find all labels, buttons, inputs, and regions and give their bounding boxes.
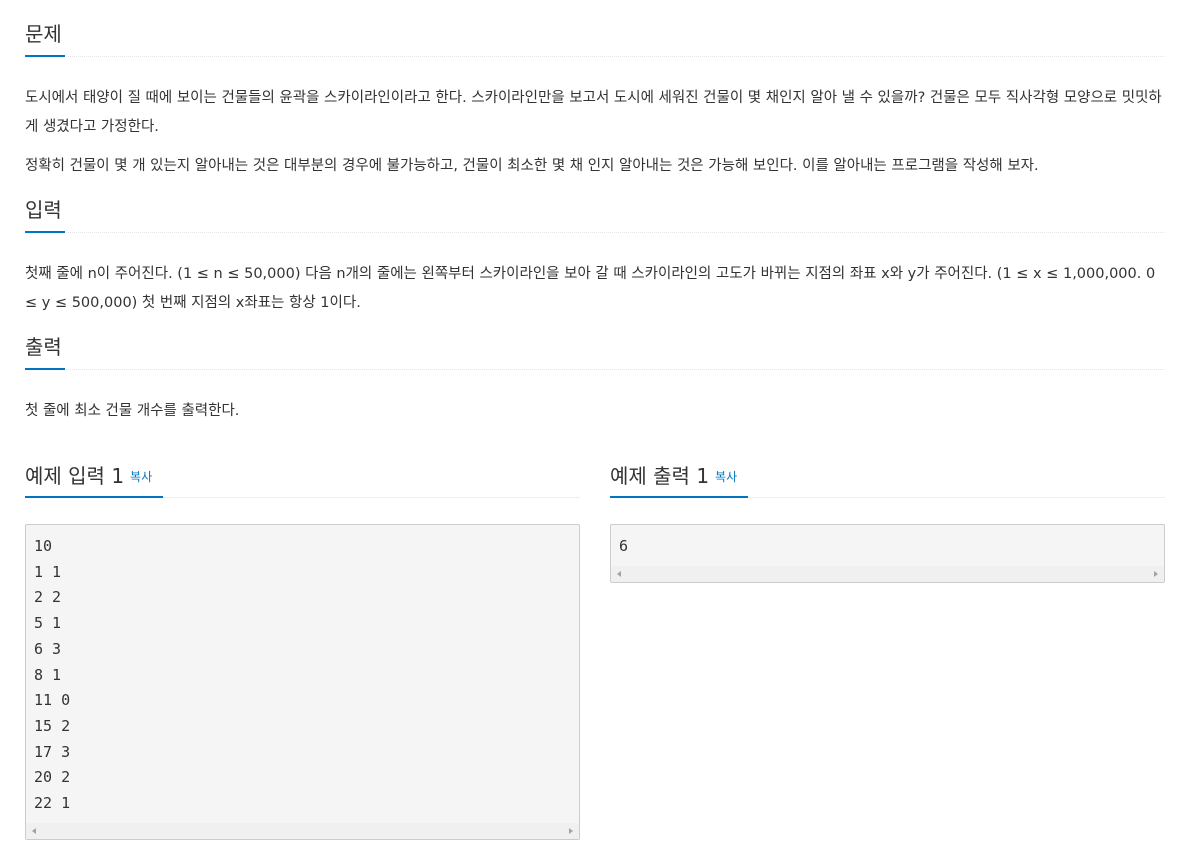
sample-input-heading: 예제 입력 1 복사 bbox=[25, 448, 580, 498]
heading-underline bbox=[25, 496, 163, 498]
sample-output-panel: 예제 출력 1 복사 6 bbox=[610, 448, 1165, 583]
scroll-left-arrow-icon[interactable] bbox=[617, 570, 621, 577]
heading-underline bbox=[25, 368, 65, 370]
sample-input-title: 예제 입력 1 복사 bbox=[25, 462, 152, 491]
input-heading: 입력 bbox=[25, 176, 1165, 233]
sample-input-content: 10 1 1 2 2 5 1 6 3 8 1 11 0 15 2 17 3 20… bbox=[34, 537, 71, 813]
sample-input-panel: 예제 입력 1 복사 10 1 1 2 2 5 1 6 3 8 1 11 0 15… bbox=[25, 448, 580, 840]
problem-section: 문제 도시에서 태양이 질 때에 보이는 건물들의 윤곽을 스카이라인이라고 한… bbox=[25, 0, 1165, 181]
sample-output-title: 예제 출력 1 복사 bbox=[610, 462, 737, 491]
sample-output-heading: 예제 출력 1 복사 bbox=[610, 448, 1165, 498]
input-description: 첫째 줄에 n이 주어진다. (1 ≤ n ≤ 50,000) 다음 n개의 줄… bbox=[25, 266, 1156, 311]
problem-paragraph-1: 도시에서 태양이 질 때에 보이는 건물들의 윤곽을 스카이라인이라고 한다. … bbox=[25, 90, 1162, 135]
copy-sample-input-button[interactable]: 복사 bbox=[130, 470, 152, 484]
problem-heading: 문제 bbox=[25, 0, 1165, 57]
scroll-right-arrow-icon[interactable] bbox=[569, 827, 573, 834]
scroll-left-arrow-icon[interactable] bbox=[32, 827, 36, 834]
sample-output-box: 6 bbox=[610, 524, 1165, 583]
sample-output-content: 6 bbox=[619, 537, 629, 555]
output-section: 출력 첫 줄에 최소 건물 개수를 출력한다. bbox=[25, 313, 1165, 426]
input-title: 입력 bbox=[25, 198, 62, 222]
sample-output-title-text: 예제 출력 1 bbox=[610, 464, 710, 488]
heading-underline bbox=[610, 496, 748, 498]
output-description: 첫 줄에 최소 건물 개수를 출력한다. bbox=[25, 403, 240, 419]
heading-underline bbox=[25, 231, 65, 233]
horizontal-scrollbar[interactable] bbox=[26, 822, 579, 839]
input-section: 입력 첫째 줄에 n이 주어진다. (1 ≤ n ≤ 50,000) 다음 n개… bbox=[25, 176, 1165, 318]
problem-title: 문제 bbox=[25, 22, 62, 46]
problem-page: 문제 도시에서 태양이 질 때에 보이는 건물들의 윤곽을 스카이라인이라고 한… bbox=[25, 0, 1165, 840]
sample-input-box: 10 1 1 2 2 5 1 6 3 8 1 11 0 15 2 17 3 20… bbox=[25, 524, 580, 840]
output-heading: 출력 bbox=[25, 313, 1165, 370]
copy-sample-output-button[interactable]: 복사 bbox=[715, 470, 737, 484]
output-title: 출력 bbox=[25, 335, 62, 359]
heading-underline bbox=[25, 55, 65, 57]
scroll-right-arrow-icon[interactable] bbox=[1154, 570, 1158, 577]
sample-input-title-text: 예제 입력 1 bbox=[25, 464, 125, 488]
horizontal-scrollbar[interactable] bbox=[611, 565, 1164, 582]
